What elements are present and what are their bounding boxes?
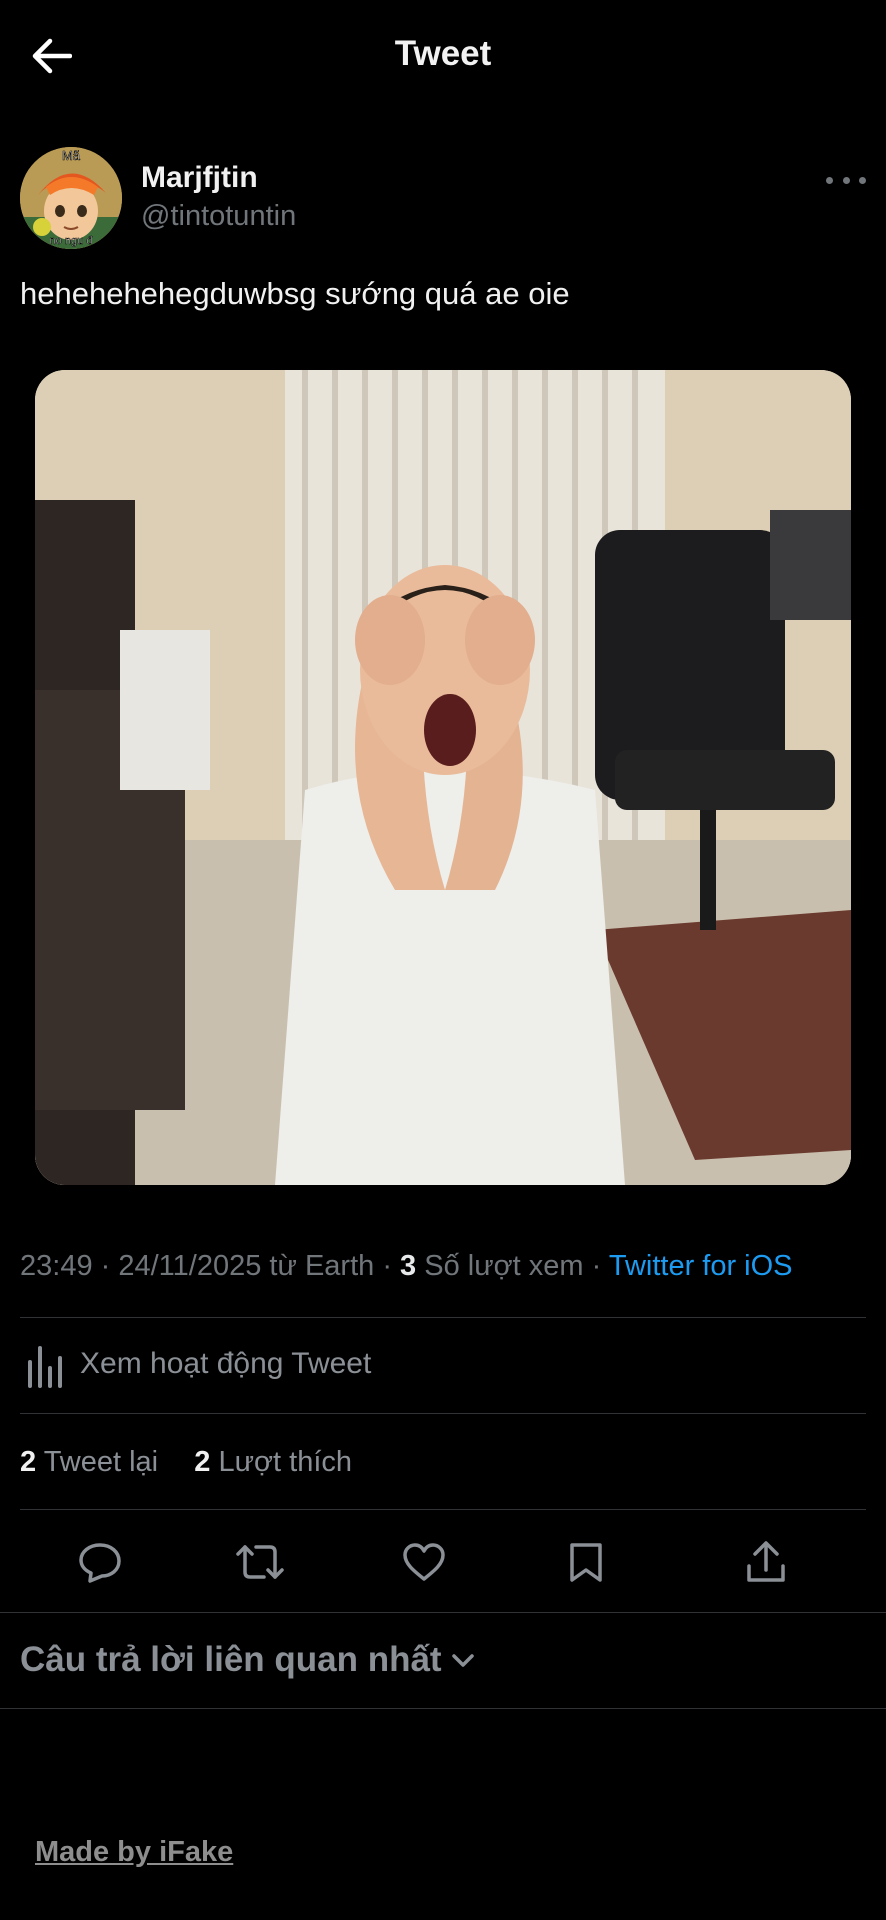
views-count: 3 <box>400 1250 417 1282</box>
views-label: Số lượt xem <box>424 1250 584 1282</box>
share-icon <box>747 1541 785 1582</box>
bookmark-button[interactable] <box>560 1536 612 1588</box>
action-bar <box>0 1512 886 1612</box>
reply-button[interactable] <box>74 1536 126 1588</box>
svg-text:no ngu đ: no ngu đ <box>50 235 94 247</box>
author-handle[interactable]: @tintotuntin <box>141 200 296 233</box>
avatar-image: Mã no ngu đ <box>20 147 122 249</box>
replies-sort-dropdown[interactable]: Câu trả lời liên quan nhất <box>20 1640 476 1680</box>
divider <box>20 1413 866 1414</box>
retweets-stat[interactable]: 2 Tweet lại <box>20 1446 158 1478</box>
tweet-media[interactable] <box>35 370 851 1185</box>
author-name[interactable]: Marjfjtin <box>141 161 258 195</box>
tweet-author: Mã no ngu đ Marjfjtin @tintotuntin <box>20 147 866 253</box>
media-photo <box>35 370 851 1185</box>
meta-separator: · <box>591 1250 609 1282</box>
like-icon <box>403 1543 445 1581</box>
divider <box>20 1509 866 1510</box>
likes-count: 2 <box>194 1446 211 1478</box>
watermark: Made by iFake <box>35 1836 234 1868</box>
avatar[interactable]: Mã no ngu đ <box>20 147 122 249</box>
likes-label: Lượt thích <box>218 1446 353 1478</box>
more-dot-icon <box>842 176 850 184</box>
bookmark-icon <box>570 1543 602 1582</box>
activity-label: Xem hoạt động Tweet <box>80 1347 372 1380</box>
share-button[interactable] <box>740 1536 792 1588</box>
retweets-label: Tweet lại <box>43 1446 159 1478</box>
more-dot-icon <box>826 176 833 184</box>
engagement-stats: 2 Tweet lại 2 Lượt thích <box>20 1446 352 1479</box>
tweet-source-link[interactable]: Twitter for iOS <box>609 1250 793 1282</box>
meta-separator: · <box>100 1250 119 1282</box>
page-title: Tweet <box>394 34 492 73</box>
top-bar: Tweet <box>0 0 886 112</box>
reply-icon <box>79 1543 121 1583</box>
tweet-location: từ Earth <box>269 1250 375 1282</box>
tweet-time: 23:49 <box>20 1250 93 1282</box>
retweets-count: 2 <box>20 1446 37 1478</box>
chevron-down-icon <box>451 1654 474 1667</box>
retweet-button[interactable] <box>234 1536 286 1588</box>
tweet-meta: 23:49 · 24/11/2025 từ Earth · 3 Số lượt … <box>20 1250 793 1283</box>
like-button[interactable] <box>398 1536 450 1588</box>
tweet-text: hehehehehegduwbsg sướng quá ae oie <box>20 276 570 311</box>
retweet-icon <box>236 1545 284 1579</box>
svg-text:Mã: Mã <box>62 148 81 163</box>
more-options-button[interactable] <box>826 173 866 187</box>
likes-stat[interactable]: 2 Lượt thích <box>194 1446 352 1478</box>
divider <box>0 1708 886 1709</box>
tweet-date: 24/11/2025 <box>118 1250 262 1282</box>
divider <box>0 1612 886 1613</box>
view-tweet-activity[interactable]: Xem hoạt động Tweet <box>20 1318 866 1412</box>
replies-sort-label: Câu trả lời liên quan nhất <box>20 1640 442 1679</box>
more-dot-icon <box>859 176 866 184</box>
meta-separator: · <box>382 1250 401 1282</box>
bar-chart-icon <box>28 1346 62 1388</box>
